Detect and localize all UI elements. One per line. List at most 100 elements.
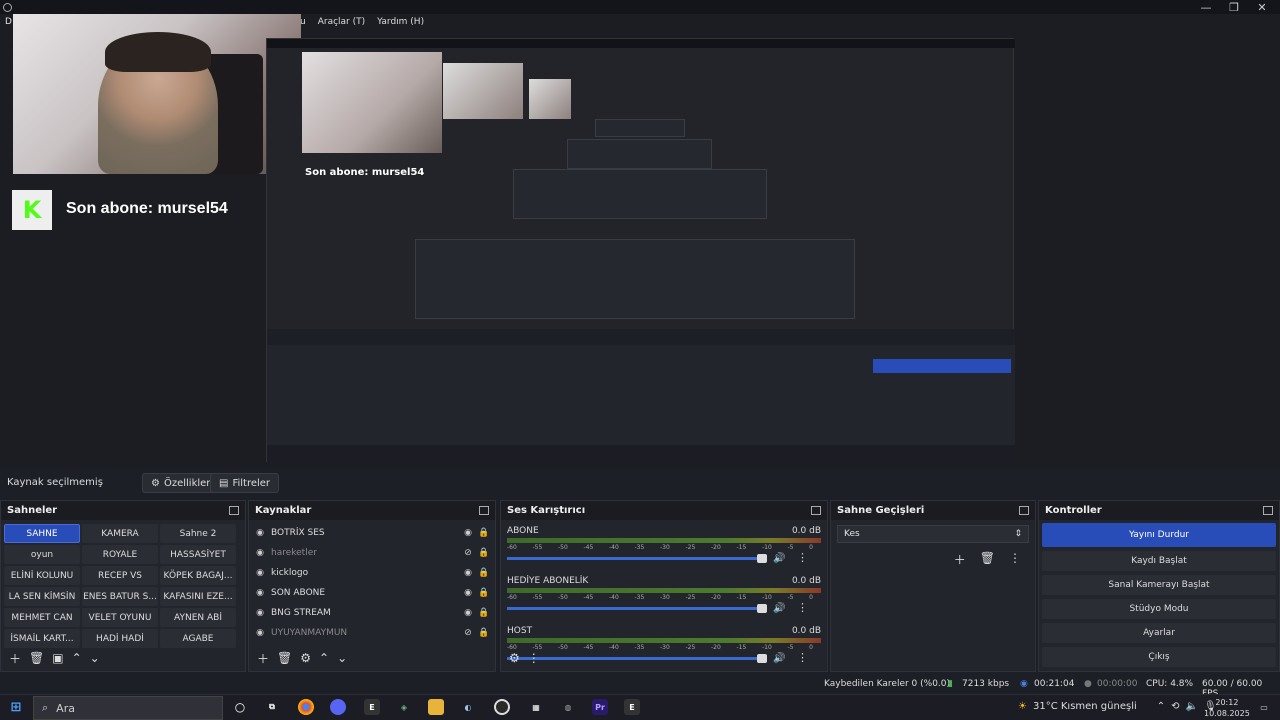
chrome-icon[interactable] — [298, 699, 314, 715]
network-icon[interactable]: ⟲ — [1171, 701, 1179, 712]
volume-icon[interactable]: 🔈 — [1186, 701, 1198, 712]
move-up-icon[interactable]: ⌃ — [319, 651, 329, 665]
premiere-icon[interactable]: Pr — [592, 699, 608, 715]
settings-button[interactable]: Ayarlar — [1042, 623, 1276, 643]
add-icon[interactable]: ＋ — [257, 650, 269, 667]
trash-icon[interactable]: 🗑 — [29, 651, 44, 665]
move-up-icon[interactable]: ⌃ — [72, 651, 82, 665]
minimize-icon[interactable]: — — [1192, 0, 1220, 15]
kebab-icon[interactable]: ⋮ — [797, 601, 808, 614]
scene-button[interactable]: MEHMET CAN — [4, 608, 80, 627]
scene-button[interactable]: KAFASINI EZE... — [160, 587, 236, 606]
scene-button[interactable]: VELET OYUNU — [82, 608, 158, 627]
scene-button[interactable]: LA SEN KİMSİN — [4, 587, 80, 606]
scene-button[interactable]: RECEP VS — [82, 566, 158, 585]
epic-games-icon-2[interactable]: E — [624, 699, 640, 715]
discord-icon[interactable] — [330, 699, 346, 715]
fader-handle[interactable] — [757, 604, 767, 613]
source-row[interactable]: ◉ UYUYANMAYMUN ⊘ 🔒 — [249, 623, 495, 643]
lock-icon[interactable]: 🔒 — [478, 548, 489, 558]
scene-button[interactable]: AYNEN ABİ — [160, 608, 236, 627]
scene-button[interactable]: KAMERA — [82, 524, 158, 543]
transition-select[interactable]: Kes ⇕ — [837, 525, 1029, 543]
steam-icon[interactable]: ◐ — [460, 699, 476, 715]
scene-button[interactable]: ELİNİ KOLUNU — [4, 566, 80, 585]
undock-icon[interactable] — [1263, 506, 1273, 515]
preview-canvas[interactable]: u Araçlar (T) Yardım (H) D K Son abone: … — [0, 14, 1280, 468]
add-icon[interactable]: ＋ — [954, 551, 966, 568]
grid-app-icon[interactable]: ▦ — [528, 699, 544, 715]
volume-fader[interactable] — [507, 557, 767, 560]
stop-stream-button[interactable]: Yayını Durdur — [1042, 523, 1276, 547]
epic-games-icon[interactable]: E — [364, 699, 380, 715]
scene-button[interactable]: HASSASİYET — [160, 545, 236, 564]
kebab-icon[interactable]: ⋮ — [528, 651, 540, 665]
eye-icon[interactable]: ◉ — [463, 528, 473, 538]
meter-tick: 0 — [809, 544, 813, 551]
obs-icon[interactable] — [494, 699, 510, 715]
filter-icon[interactable]: ▣ — [52, 651, 63, 665]
weather-widget[interactable]: ☀ 31°C Kısmen güneşli ⌃ ⟲ 🔈 🎙 — [1018, 701, 1217, 712]
filters-button[interactable]: ▤ Filtreler — [210, 473, 280, 493]
close-icon[interactable]: ✕ — [1248, 0, 1276, 15]
eye-off-icon[interactable]: ⊘ — [463, 628, 473, 638]
properties-button[interactable]: ⚙ Özellikler — [142, 473, 220, 493]
source-row[interactable]: ◉ kicklogo ◉ 🔒 — [249, 563, 495, 583]
controls-title: Kontroller — [1045, 505, 1102, 516]
add-icon[interactable]: ＋ — [9, 650, 21, 667]
virtual-camera-button[interactable]: Sanal Kamerayı Başlat ⚙ — [1042, 575, 1276, 595]
trash-icon[interactable]: 🗑 — [277, 651, 292, 665]
lock-icon[interactable]: 🔒 — [478, 628, 489, 638]
scene-button[interactable]: SAHNE — [4, 524, 80, 543]
source-row[interactable]: ◉ SON ABONE ◉ 🔒 — [249, 583, 495, 603]
restore-icon[interactable]: ❐ — [1220, 0, 1248, 15]
browser-icon[interactable]: ◍ — [560, 699, 576, 715]
move-down-icon[interactable]: ⌄ — [90, 651, 100, 665]
source-row[interactable]: ◉ hareketler ⊘ 🔒 — [249, 543, 495, 563]
kebab-icon[interactable]: ⋮ — [797, 551, 808, 564]
scene-button[interactable]: KÖPEK BAGAJ... — [160, 566, 236, 585]
eye-icon[interactable]: ◉ — [463, 568, 473, 578]
fader-handle[interactable] — [757, 554, 767, 563]
undock-icon[interactable] — [479, 506, 489, 515]
source-row[interactable]: ◉ BNG STREAM ◉ 🔒 — [249, 603, 495, 623]
cortana-icon[interactable]: ○ — [232, 699, 248, 715]
menu-item-file[interactable]: D — [5, 17, 12, 27]
taskbar-search[interactable]: ⌕ Ara — [33, 696, 223, 720]
undock-icon[interactable] — [229, 506, 239, 515]
speaker-icon[interactable]: 🔊 — [773, 553, 785, 564]
lock-icon[interactable]: 🔒 — [478, 568, 489, 578]
gear-icon[interactable]: ⚙ — [300, 651, 311, 665]
source-row[interactable]: ◉ BOTRİX SES ◉ 🔒 — [249, 523, 495, 543]
file-explorer-icon[interactable] — [428, 699, 444, 715]
menu-item-tools[interactable]: Araçlar (T) — [318, 17, 365, 27]
trash-icon[interactable]: 🗑 — [980, 551, 995, 568]
start-recording-button[interactable]: Kaydı Başlat — [1042, 551, 1276, 571]
undock-icon[interactable] — [1019, 506, 1029, 515]
lock-icon[interactable]: 🔒 — [478, 608, 489, 618]
clock[interactable]: 20:12 10.08.2025 — [1204, 697, 1250, 719]
volume-fader[interactable] — [507, 607, 767, 610]
studio-mode-button[interactable]: Stüdyo Modu — [1042, 599, 1276, 619]
menu-item-help[interactable]: Yardım (H) — [377, 17, 424, 27]
lock-icon[interactable]: 🔒 — [478, 528, 489, 538]
eye-off-icon[interactable]: ⊘ — [463, 548, 473, 558]
scene-button[interactable]: Sahne 2 — [160, 524, 236, 543]
move-down-icon[interactable]: ⌄ — [337, 651, 347, 665]
exit-button[interactable]: Çıkış — [1042, 647, 1276, 667]
kebab-icon[interactable]: ⋮ — [1009, 551, 1021, 568]
windows-start-icon[interactable]: ⊞ — [8, 699, 24, 715]
app-icon[interactable]: ◈ — [396, 699, 412, 715]
chevron-up-icon[interactable]: ⌃ — [1157, 701, 1165, 712]
lock-icon[interactable]: 🔒 — [478, 588, 489, 598]
gear-icon[interactable]: ⚙ — [509, 651, 520, 665]
speaker-icon[interactable]: 🔊 — [773, 603, 785, 614]
eye-icon[interactable]: ◉ — [463, 588, 473, 598]
scene-button[interactable]: oyun — [4, 545, 80, 564]
scene-button[interactable]: ENES BATUR S... — [82, 587, 158, 606]
notification-icon[interactable]: ▭ — [1256, 699, 1272, 715]
eye-icon[interactable]: ◉ — [463, 608, 473, 618]
undock-icon[interactable] — [811, 506, 821, 515]
scene-button[interactable]: ROYALE — [82, 545, 158, 564]
task-view-icon[interactable]: ⧉ — [264, 699, 280, 715]
